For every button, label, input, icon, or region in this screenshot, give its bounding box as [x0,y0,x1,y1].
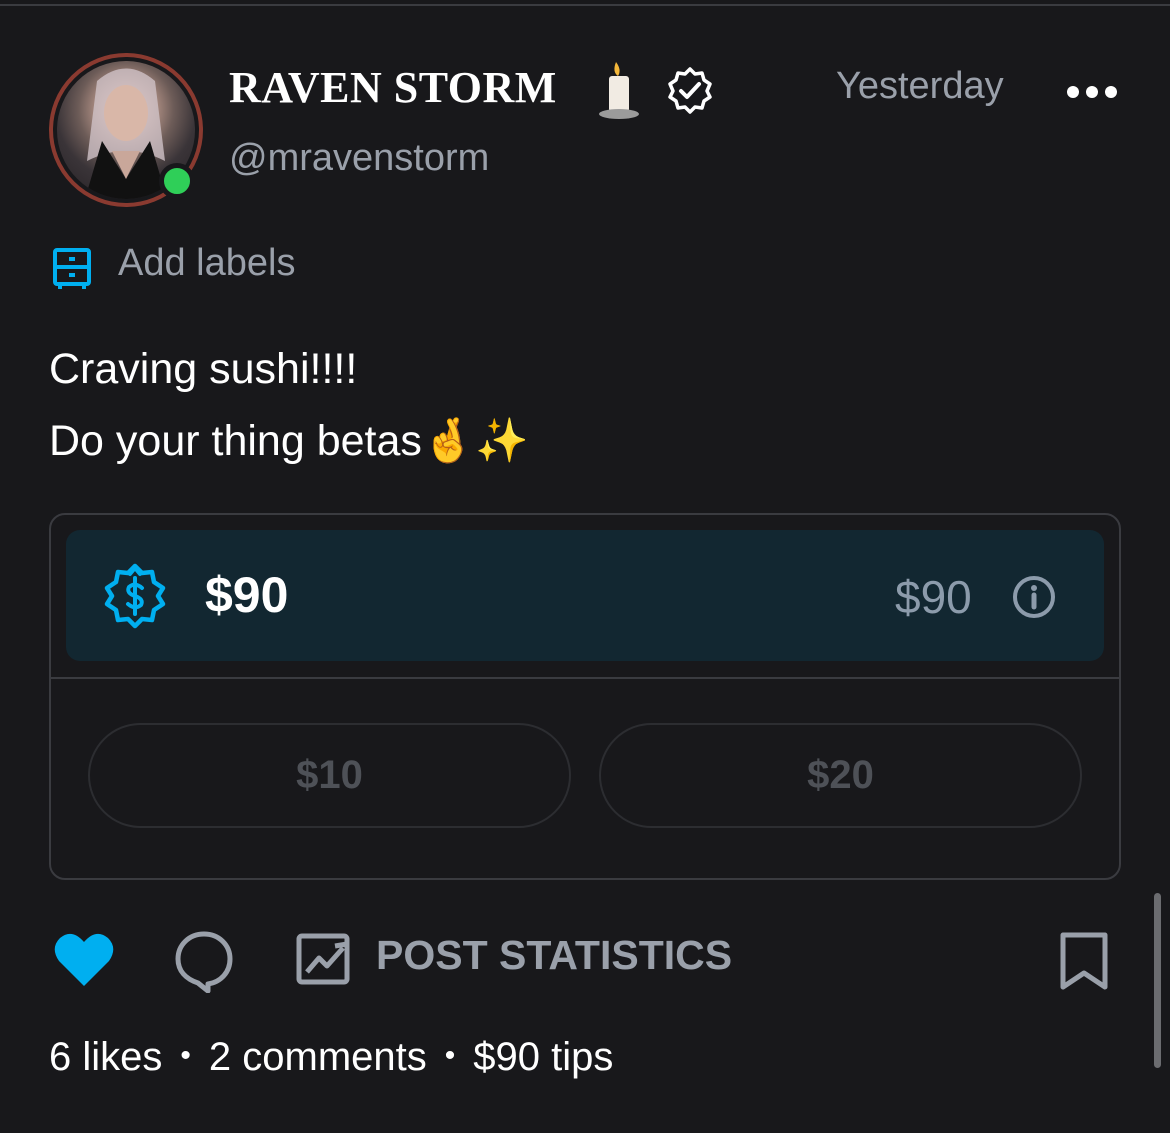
online-status-dot [159,163,195,199]
bookmark-icon[interactable] [1058,931,1110,991]
verified-badge-icon [668,67,712,114]
post-line-1: Craving sushi!!!! [49,345,358,393]
tip-option-10[interactable]: $10 [88,723,571,828]
post-line-2-emoji: 🤞✨ [421,416,529,466]
author-name[interactable]: RAVEN STORM [229,62,557,113]
info-icon[interactable] [1011,574,1057,620]
post-statistics-icon[interactable] [295,930,355,986]
labels-drawer-icon[interactable] [52,247,92,289]
tips-total: $90 tips [473,1035,614,1079]
author-handle[interactable]: @mravenstorm [229,137,489,180]
post-text: Craving sushi!!!! Do your thing betas🤞✨ [49,333,529,477]
top-divider [0,4,1170,6]
tip-divider [51,677,1119,679]
post-line-2-text: Do your thing betas [49,417,422,465]
post-stats: 6 likes • 2 comments • $90 tips [49,1035,613,1080]
post-time: Yesterday [836,65,1004,107]
add-labels-button[interactable]: Add labels [118,242,295,285]
separator-dot: • [444,1039,456,1072]
likes-count[interactable]: 6 likes [49,1035,162,1079]
candle-icon [599,62,639,119]
comment-icon[interactable] [174,929,234,993]
like-heart-icon[interactable] [52,928,116,990]
comments-count[interactable]: 2 comments [209,1035,427,1079]
scrollbar[interactable] [1154,893,1161,1068]
tip-option-20[interactable]: $20 [599,723,1082,828]
post-line-2: Do your thing betas🤞✨ [49,405,529,477]
tip-amount: $90 [205,567,289,623]
separator-dot: • [180,1039,191,1072]
more-options-icon[interactable] [1064,82,1120,102]
post-statistics-button[interactable]: POST STATISTICS [376,932,732,979]
tip-total: $90 [895,571,972,623]
tip-badge-icon [104,563,166,629]
